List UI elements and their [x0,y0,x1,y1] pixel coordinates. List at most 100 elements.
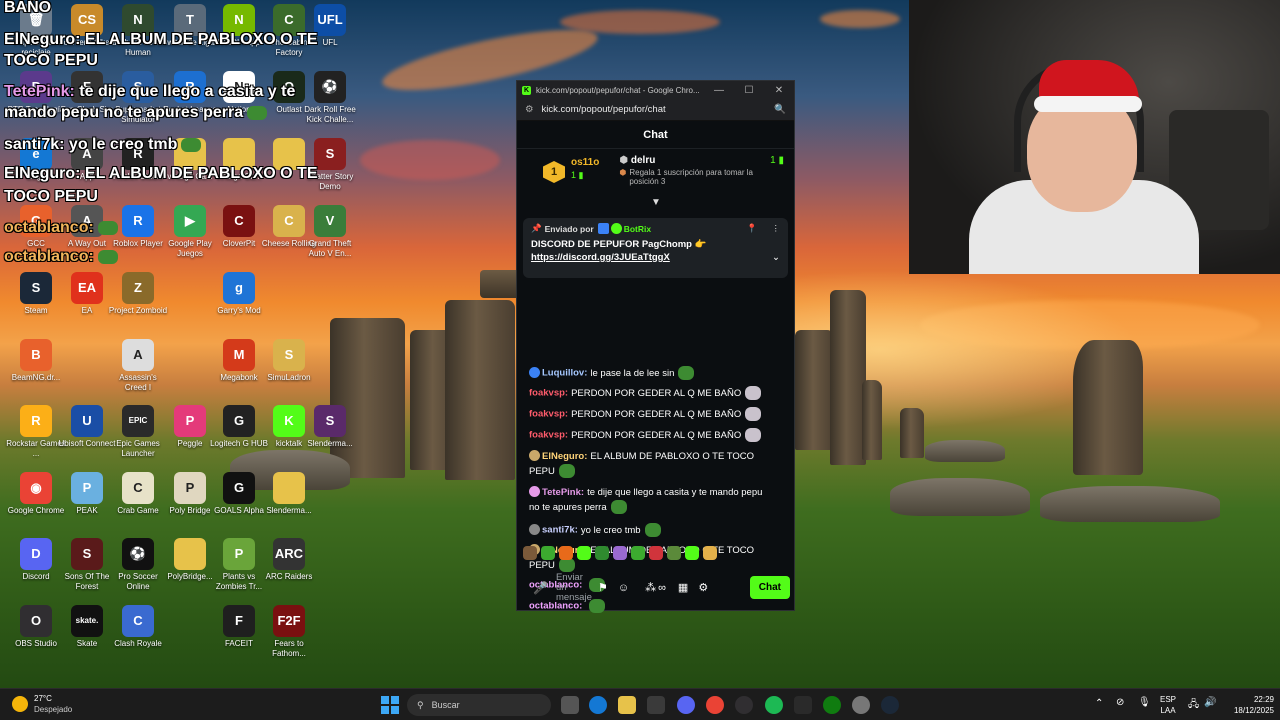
emote-icon [678,366,695,380]
emote[interactable] [523,546,537,560]
desktop-icon[interactable]: ARC ARC Raiders [259,538,319,582]
chat-title: Chat [643,128,668,141]
chat-username[interactable]: santi7k: [542,525,578,536]
xbox-icon[interactable] [823,696,841,714]
chat-username[interactable]: foakvsp: [529,430,568,441]
user-badge-icon [529,523,540,535]
chat-message-text: yo le creo tmb [580,524,641,536]
emote[interactable] [613,546,627,560]
emote[interactable] [649,546,663,560]
emote[interactable] [559,546,573,560]
app-icon: S [314,405,346,437]
desktop-icon[interactable]: g Garry's Mod [209,272,269,316]
desktop-icon[interactable]: S Slenderma... [300,405,360,449]
taskbar-search[interactable]: ⚲ Buscar [407,694,551,716]
emote-picker-icon[interactable]: ⚑ [598,581,608,594]
emote[interactable] [685,546,699,560]
weather-widget[interactable]: 27°C Despejado [12,693,72,715]
emote[interactable] [631,546,645,560]
desktop-icon[interactable]: EPIC Epic Games Launcher [108,405,168,459]
desktop-icon[interactable]: ⚽ Dark Roll Free Kick Challe... [300,71,360,125]
unpin-icon[interactable]: 📍 [747,223,758,234]
desktop-icon-label: SimuLadron [267,373,311,382]
zoom-icon[interactable]: 🔍 [774,104,786,115]
chat-username[interactable]: Luquillov: [542,368,587,379]
chat-username[interactable]: foakvsp: [529,409,568,420]
kick-chat-popout-window: K kick.com/popout/pepufor/chat - Google … [516,80,795,613]
settings-icon[interactable]: ⚙ [698,581,708,594]
edge-icon[interactable] [589,696,607,714]
chat-input[interactable]: Enviar un mensaje [556,572,592,603]
chrome-icon[interactable] [706,696,724,714]
desktop-icon-label: Grand Theft Auto V En... [308,239,352,258]
network-off-icon[interactable]: ⊘ [1116,697,1124,708]
desktop-icon[interactable]: A Assassin's Creed I [108,339,168,393]
discord-icon[interactable] [677,696,695,714]
microphone-icon[interactable]: 🎤 [533,581,548,595]
pinned-more-icon[interactable]: ⋮ [772,223,781,234]
leader-two-name[interactable]: delru [631,155,655,166]
leader-one-name[interactable]: os11o [571,157,599,168]
pinned-text: DISCORD DE PEPUFOR PagChomp 👉 [531,239,707,250]
infinity-icon[interactable]: ∞ [658,582,666,594]
emote[interactable] [703,546,717,560]
microphone-icon[interactable]: 🎙 [1138,697,1151,708]
send-chat-button[interactable]: Chat [749,576,790,599]
network-icon[interactable]: 🖧 [1188,697,1199,714]
address-bar[interactable]: ⚙ kick.com/popout/pepufor/chat 🔍 [517,99,794,121]
leaderboard-collapse-icon[interactable]: ▼ [651,197,661,208]
minimize-button[interactable]: — [704,85,734,96]
task-view-icon[interactable] [561,696,579,714]
overlay-chat-line: BAÑO [4,0,51,17]
verified-badge-icon [610,223,622,234]
chat-username[interactable]: TetePink: [542,487,584,498]
app-icon: S [314,138,346,170]
maximize-button[interactable]: ☐ [734,85,764,96]
desktop-icon[interactable]: Slenderma... [259,472,319,516]
emote[interactable] [541,546,555,560]
desktop-icon[interactable]: C Clash Royale [108,605,168,649]
desktop-icon[interactable]: ⚽ Pro Soccer Online [108,538,168,592]
emote[interactable] [667,546,681,560]
emote-icon [97,249,118,264]
search-icon: ⚲ [417,699,424,710]
store-icon[interactable] [647,696,665,714]
pinned-sender[interactable]: BotRix [624,224,651,234]
pinned-expand-icon[interactable]: ⌄ [772,252,780,263]
smiley-icon[interactable]: ☺ [618,582,629,594]
user-badge-icon [529,366,540,378]
app-icon: Z [122,272,154,304]
store-icon[interactable]: ▦ [678,581,688,594]
steam-icon[interactable] [881,696,899,714]
epic-games-icon[interactable] [794,696,812,714]
desktop-icon[interactable]: S SimuLadron [259,339,319,383]
clock[interactable]: 22:29 18/12/2025 [1222,694,1274,716]
overlay-username: octablanco: [4,248,94,265]
tray-chevron-icon[interactable]: ⌃ [1095,698,1103,709]
chat-username[interactable]: ElNeguro: [542,451,587,462]
emote[interactable] [577,546,591,560]
site-info-icon[interactable]: ⚙ [525,104,534,115]
overlay-username: santi7k: [4,136,65,153]
close-button[interactable]: ✕ [764,85,794,96]
overlay-message-text: EL ALBUM DE PABLOXO O TE [80,165,318,182]
chat-username[interactable]: foakvsp: [529,388,568,399]
spotify-icon[interactable] [765,696,783,714]
bits-icon[interactable]: ⁂ [645,581,656,594]
start-button[interactable] [381,696,399,714]
volume-icon[interactable]: 🔊 [1204,697,1216,708]
desktop-icon[interactable]: F2F Fears to Fathom... [259,605,319,659]
obs-icon[interactable] [735,696,753,714]
emote[interactable] [595,546,609,560]
desktop-icon[interactable]: Z Project Zomboid [108,272,168,316]
file-explorer-icon[interactable] [618,696,636,714]
overlay-chat-line: mando pepu no te apures perra [4,103,268,122]
desktop-icon[interactable]: V Grand Theft Auto V En... [300,205,360,259]
settings-icon[interactable] [852,696,870,714]
language-indicator[interactable]: ESP LAA [1160,694,1176,716]
desktop-icon[interactable]: C Crab Game [108,472,168,516]
emote-icon [745,407,762,421]
desktop-icon[interactable]: B BeamNG.dr... [6,339,66,383]
pinned-link[interactable]: https://discord.gg/3JUEaTtggX [531,252,670,263]
overlay-chat-line: TOCO PEPU [4,187,98,206]
